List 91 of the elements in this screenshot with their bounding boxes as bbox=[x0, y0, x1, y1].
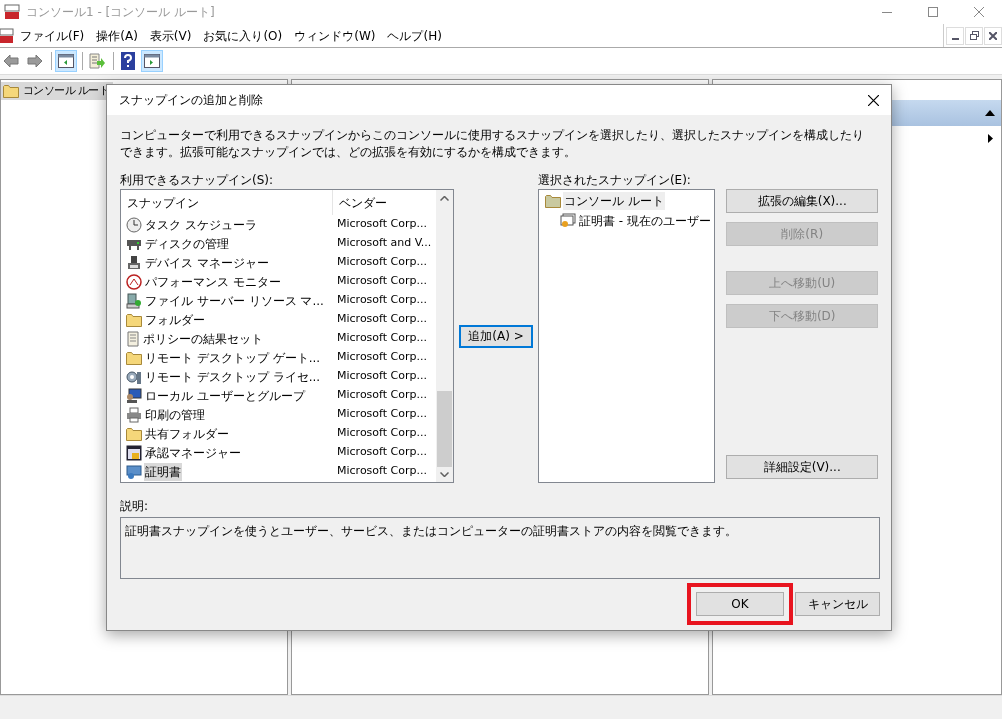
ok-button[interactable]: OK bbox=[696, 592, 784, 616]
snapin-name[interactable]: パフォーマンス モニター bbox=[144, 272, 282, 291]
help-icon bbox=[121, 52, 135, 70]
snapin-name[interactable]: リモート デスクトップ ライセ... bbox=[144, 367, 322, 386]
restore-icon bbox=[969, 31, 979, 40]
server-icon bbox=[126, 292, 142, 309]
snapin-name[interactable]: デバイス マネージャー bbox=[144, 253, 270, 272]
snapin-name[interactable]: 印刷の管理 bbox=[144, 405, 206, 424]
toolbar-button[interactable] bbox=[55, 50, 77, 72]
snapin-name[interactable]: ローカル ユーザーとグループ bbox=[144, 386, 306, 405]
snapin-name[interactable]: 証明書 bbox=[144, 462, 182, 481]
menu-item[interactable]: 操作(A) bbox=[90, 25, 144, 46]
menu-item[interactable]: ファイル(F) bbox=[14, 25, 91, 46]
vendor-cell-text: Microsoft Corp... bbox=[336, 311, 427, 328]
minimize-button[interactable] bbox=[946, 26, 964, 45]
vendor-cell-text: Microsoft Corp... bbox=[336, 463, 427, 480]
scroll-up-icon bbox=[440, 196, 450, 201]
snapin-name[interactable]: ファイル サーバー リソース マ... bbox=[144, 291, 325, 310]
pane-toggle-icon bbox=[144, 54, 160, 68]
monitor-icon bbox=[126, 387, 142, 404]
column-header[interactable]: スナップイン bbox=[121, 190, 333, 215]
vendor-cell-text: Microsoft Corp... bbox=[336, 330, 427, 347]
snapin-name[interactable]: 共有フォルダー bbox=[144, 424, 230, 443]
window-lock-icon bbox=[126, 444, 142, 461]
minimize-icon bbox=[951, 37, 959, 40]
selected-label: 選択されたスナップイン(E): bbox=[537, 172, 692, 188]
menu-item[interactable]: ウィンドウ(W) bbox=[288, 25, 382, 46]
vendor-cell-text: Microsoft Corp... bbox=[336, 349, 427, 366]
collapse-triangle-icon bbox=[985, 110, 995, 116]
close-icon bbox=[989, 31, 997, 40]
printer-icon bbox=[126, 406, 142, 423]
menu-item[interactable]: 表示(V) bbox=[143, 25, 198, 46]
toolbar-button[interactable] bbox=[141, 50, 163, 72]
tree-item[interactable]: 証明書 - 現在のユーザー bbox=[577, 212, 712, 230]
close-icon bbox=[867, 94, 879, 106]
folder-icon bbox=[126, 312, 142, 327]
forward-arrow-icon bbox=[27, 54, 43, 68]
snapin-name[interactable]: フォルダー bbox=[144, 310, 206, 329]
snapin-name[interactable]: タスク スケジューラ bbox=[144, 215, 258, 234]
intro-text: コンピューターで利用できるスナップインからこのコンソールに使用するスナップインを選択したり、選択したスナップインを構成したりできます。拡張可能なスナップインでは、どの拡張を有効にするかを構成できます。 bbox=[120, 127, 865, 161]
menu-item[interactable]: お気に入り(O) bbox=[197, 25, 289, 46]
scrollbar[interactable] bbox=[436, 190, 454, 482]
document-icon bbox=[126, 330, 140, 347]
snapin-name[interactable]: 承認マネージャー bbox=[144, 443, 242, 462]
vendor-cell-text: Microsoft Corp... bbox=[336, 387, 427, 404]
expand-triangle-icon bbox=[988, 133, 993, 143]
vendor-cell-text: Microsoft Corp... bbox=[336, 216, 427, 233]
dialog-title: スナップインの追加と削除 bbox=[119, 92, 263, 109]
menu-item[interactable]: ヘルプ(H) bbox=[381, 25, 448, 46]
side-button[interactable]: 拡張の編集(X)... bbox=[726, 189, 878, 213]
restore-button[interactable] bbox=[965, 26, 983, 45]
minimize-icon bbox=[882, 11, 892, 13]
vendor-cell-text: Microsoft Corp... bbox=[336, 444, 427, 461]
back-arrow-icon bbox=[3, 54, 19, 68]
certificate-icon bbox=[559, 213, 576, 229]
clock-icon bbox=[126, 216, 142, 233]
scrollbar-thumb[interactable] bbox=[437, 391, 453, 467]
export-list-icon bbox=[89, 53, 105, 69]
snapin-name[interactable]: ポリシーの結果セット bbox=[142, 329, 264, 348]
vendor-cell-text: Microsoft Corp... bbox=[336, 368, 427, 385]
folder-icon bbox=[3, 84, 19, 98]
window-title: コンソール1 - [コンソール ルート] bbox=[26, 4, 215, 21]
add-button[interactable]: 追加(A) > bbox=[459, 324, 533, 348]
folder-icon bbox=[544, 194, 561, 208]
vendor-cell-text: Microsoft and V... bbox=[336, 235, 432, 252]
description-label: 説明: bbox=[120, 498, 150, 515]
folder-icon bbox=[126, 350, 142, 365]
vendor-cell-text: Microsoft Corp... bbox=[336, 273, 427, 290]
description-text: 証明書スナップインを使うとユーザー、サービス、またはコンピューターの証明書ストアの内容を閲覧できます。 bbox=[125, 523, 738, 540]
vendor-cell-text: Microsoft Corp... bbox=[336, 425, 427, 442]
vendor-cell-text: Microsoft Corp... bbox=[336, 292, 427, 309]
device-icon bbox=[126, 254, 142, 271]
scroll-down-icon bbox=[440, 472, 450, 477]
tree-item[interactable]: コンソール ルート bbox=[562, 192, 665, 210]
pane-toggle-icon bbox=[58, 54, 74, 68]
maximize-icon bbox=[928, 7, 938, 17]
close-icon bbox=[974, 7, 984, 17]
gear-icon bbox=[126, 368, 142, 385]
column-header[interactable]: ベンダー bbox=[333, 190, 437, 215]
available-label: 利用できるスナップイン(S): bbox=[120, 172, 275, 188]
snapin-name[interactable]: リモート デスクトップ ゲート... bbox=[144, 348, 322, 367]
side-button[interactable]: 詳細設定(V)... bbox=[726, 455, 878, 479]
vendor-cell-text: Microsoft Corp... bbox=[336, 406, 427, 423]
certificate-icon bbox=[126, 463, 142, 480]
cancel-button[interactable]: キャンセル bbox=[795, 592, 880, 616]
snapin-name[interactable]: ディスクの管理 bbox=[144, 234, 230, 253]
close-button[interactable] bbox=[984, 26, 1002, 45]
vendor-cell-text: Microsoft Corp... bbox=[336, 254, 427, 271]
shared-folder-icon bbox=[126, 426, 142, 441]
toolbox-icon bbox=[4, 4, 20, 20]
gauge-icon bbox=[126, 273, 142, 290]
